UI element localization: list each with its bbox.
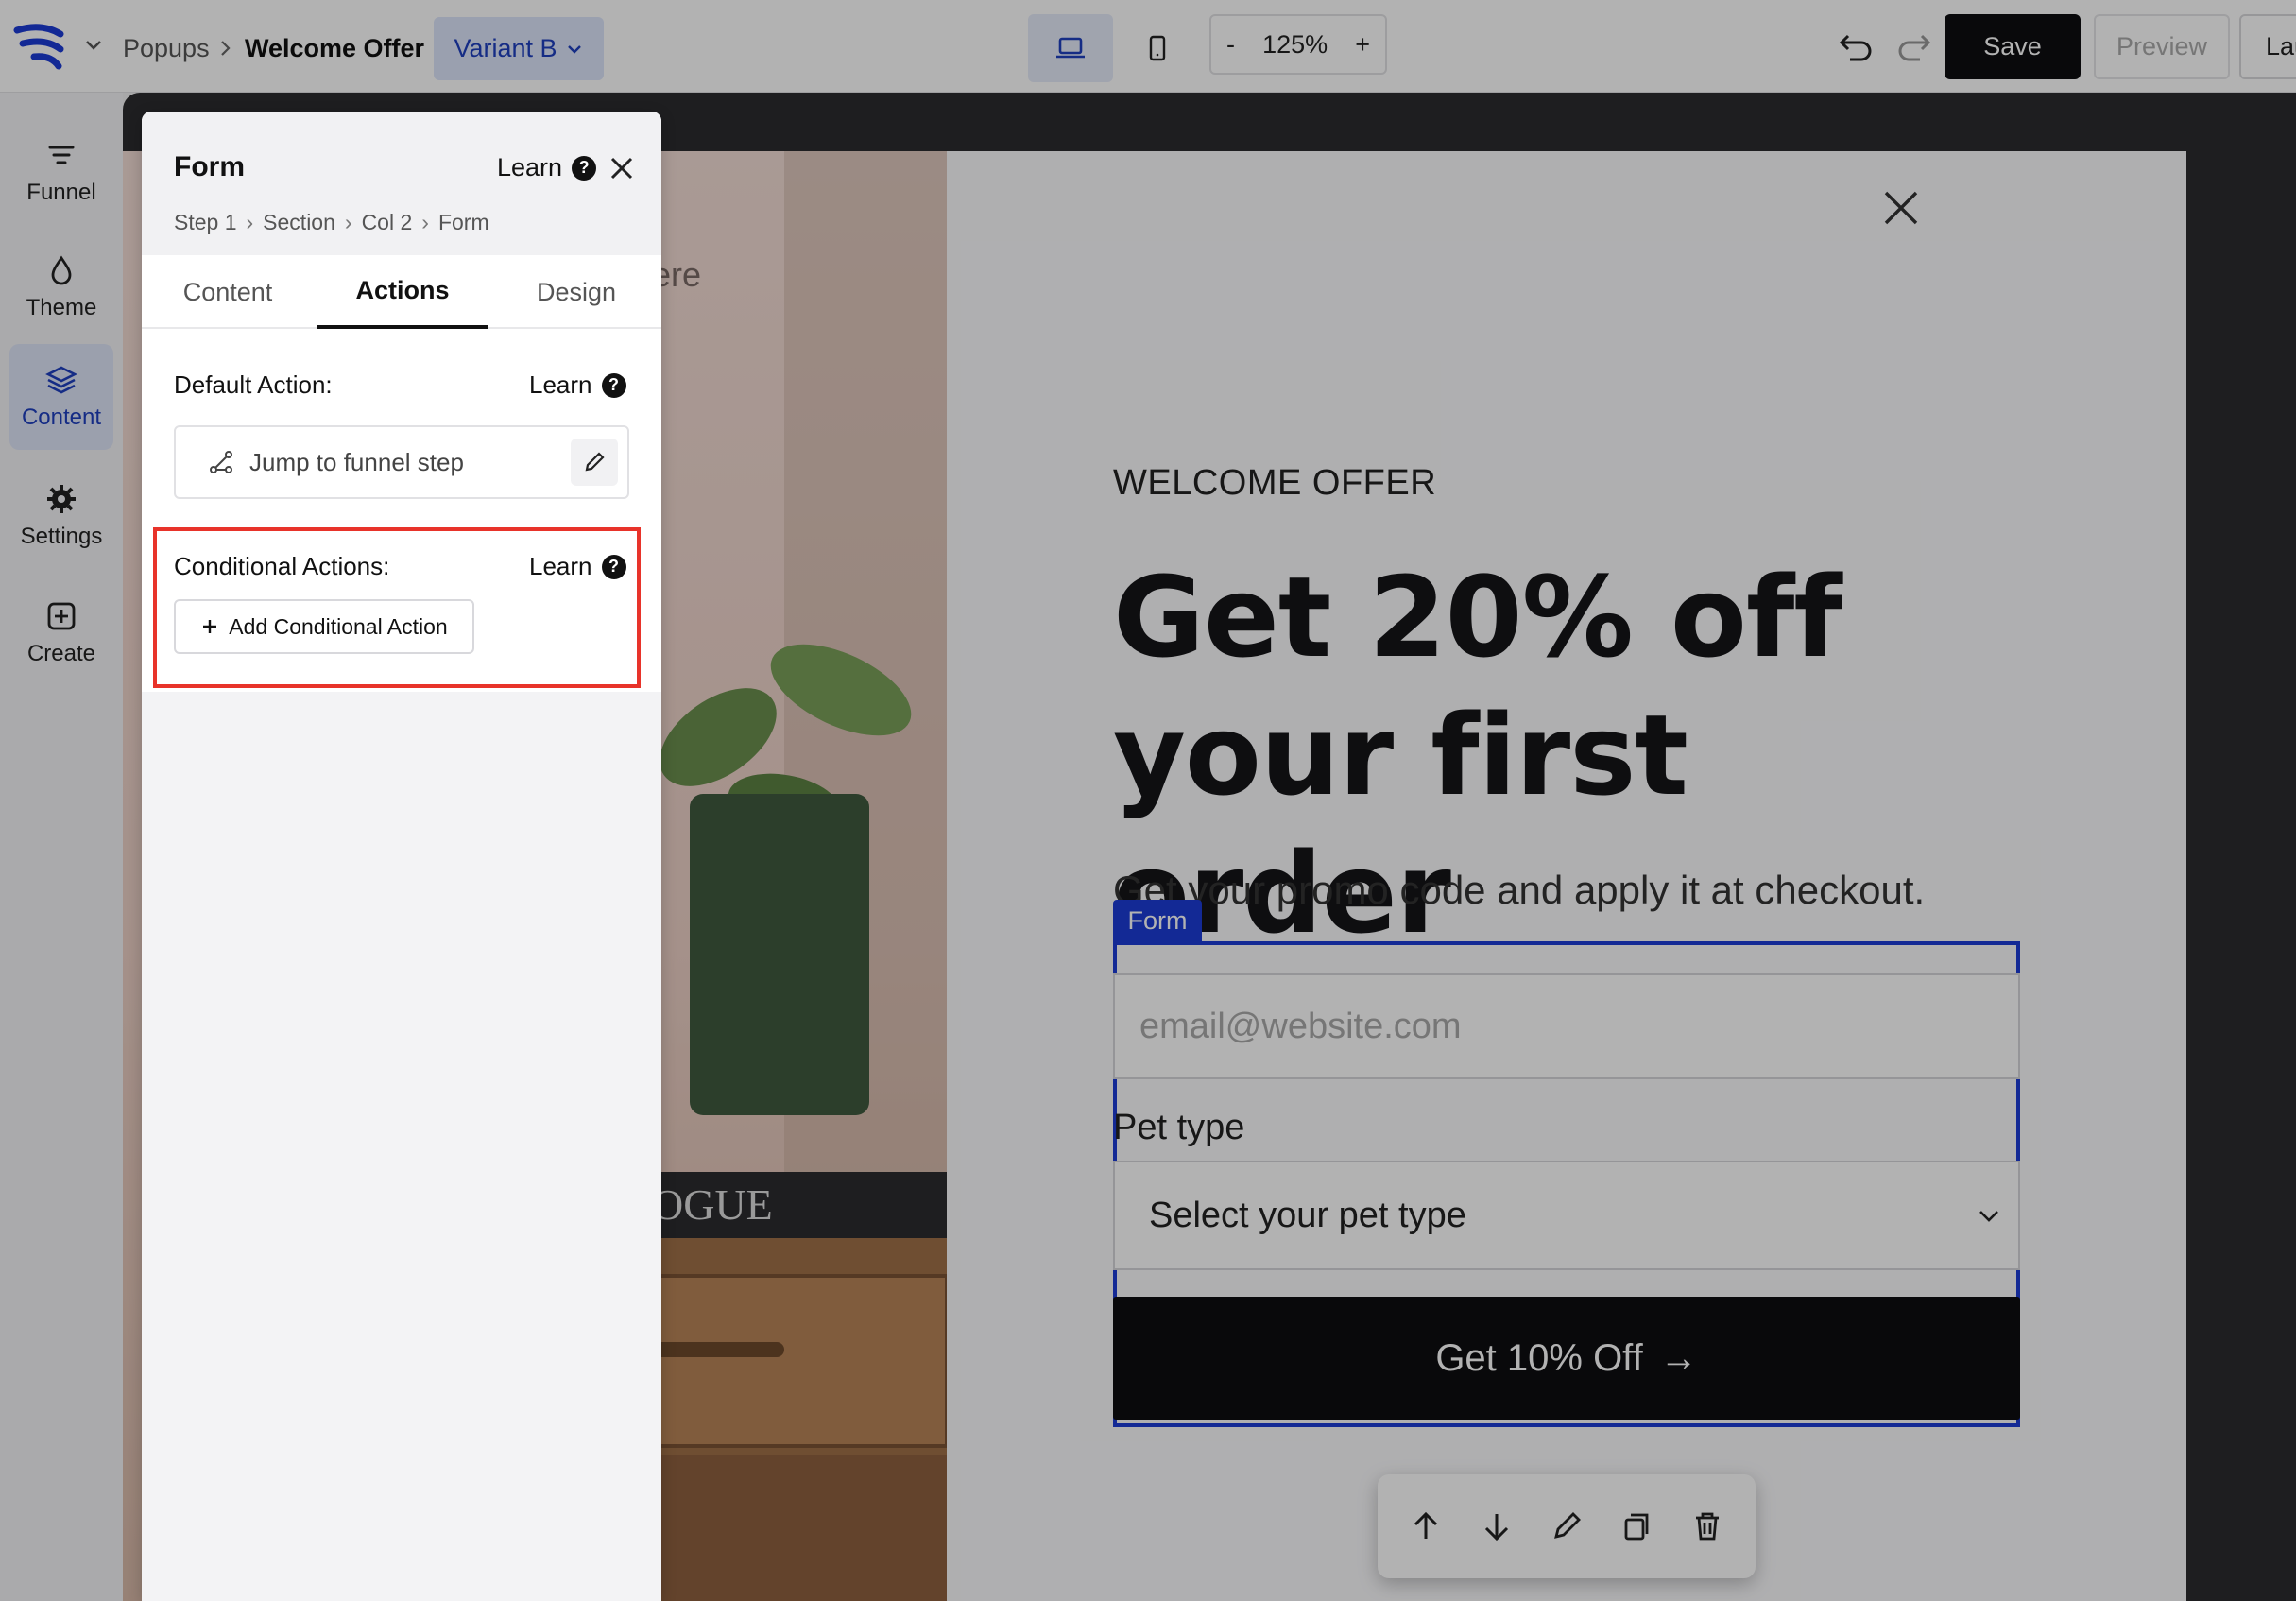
pencil-icon: [585, 452, 605, 472]
add-conditional-action-button[interactable]: Add Conditional Action: [174, 599, 474, 654]
panel-empty-area: [142, 692, 661, 1601]
default-action-label: Default Action:: [174, 370, 333, 399]
help-icon: ?: [601, 554, 626, 579]
panel-header: Form Learn ? Step 1 › Section › Col 2 › …: [142, 112, 661, 255]
tab-design[interactable]: Design: [491, 255, 661, 329]
tab-content[interactable]: Content: [142, 255, 314, 329]
crumb-form: Form: [437, 210, 489, 234]
plus-icon: [203, 620, 217, 633]
chevron-right-icon: ›: [246, 210, 254, 234]
help-icon: ?: [572, 155, 597, 181]
panel-title: Form: [174, 151, 245, 182]
crumb-col[interactable]: Col 2: [362, 210, 413, 235]
conditional-actions-learn-link[interactable]: Learn ?: [529, 552, 626, 581]
learn-label: Learn: [497, 153, 563, 181]
conditional-actions-label: Conditional Actions:: [174, 552, 390, 580]
help-icon: ?: [601, 372, 626, 398]
default-action-learn-link[interactable]: Learn ?: [529, 370, 626, 400]
crumb-step[interactable]: Step 1: [174, 210, 237, 235]
panel-tabs: Content Actions Design: [142, 255, 661, 329]
form-settings-panel: Form Learn ? Step 1 › Section › Col 2 › …: [142, 112, 661, 1601]
default-action-value: Jump to funnel step: [249, 447, 464, 476]
crumb-section[interactable]: Section: [263, 210, 335, 235]
panel-breadcrumb: Step 1 › Section › Col 2 › Form: [174, 210, 489, 235]
learn-label: Learn: [529, 552, 592, 580]
edit-default-action-button[interactable]: [571, 439, 618, 486]
learn-label: Learn: [529, 370, 592, 399]
default-action-field[interactable]: Jump to funnel step: [174, 425, 629, 499]
close-icon[interactable]: [608, 155, 635, 181]
add-conditional-label: Add Conditional Action: [229, 613, 448, 639]
chevron-right-icon: ›: [344, 210, 352, 234]
funnel-step-icon: [210, 451, 232, 473]
tab-actions[interactable]: Actions: [317, 255, 488, 329]
panel-learn-link[interactable]: Learn ?: [497, 153, 597, 182]
chevron-right-icon: ›: [421, 210, 429, 234]
